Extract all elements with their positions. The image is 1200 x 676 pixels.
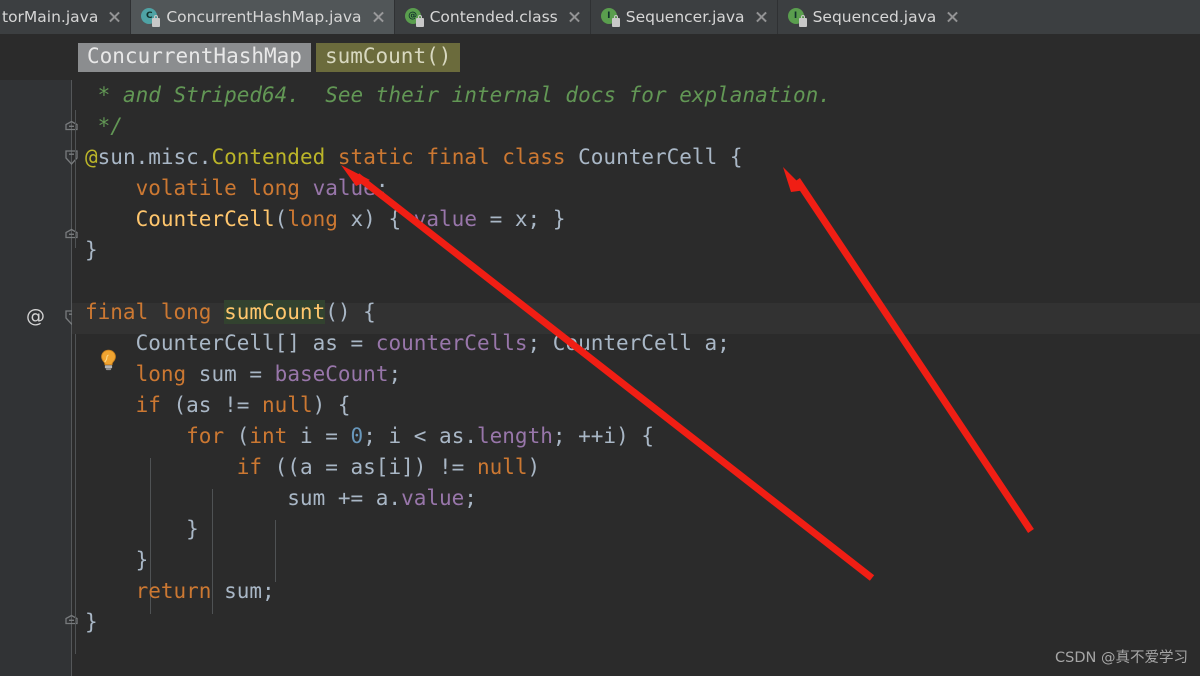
indent-guide <box>75 110 76 248</box>
code-text-area[interactable]: * and Striped64. See their internal docs… <box>72 80 1200 676</box>
tab-label: ConcurrentHashMap.java <box>166 8 362 26</box>
lock-badge-icon <box>611 15 620 27</box>
java-interface-icon: I <box>600 8 620 27</box>
tab-label: Sequenced.java <box>812 8 937 26</box>
lock-badge-icon <box>152 15 161 27</box>
java-class-icon: C <box>141 8 161 27</box>
lock-badge-icon <box>415 15 424 27</box>
tab-torMain-java[interactable]: torMain.java <box>0 0 132 34</box>
breadcrumb: ConcurrentHashMap sumCount() <box>0 34 1200 80</box>
java-annotation-icon: @ <box>404 8 424 27</box>
editor-tab-bar: torMain.java C ConcurrentHashMap.java @ … <box>0 0 1200 34</box>
tab-ConcurrentHashMap-java[interactable]: C ConcurrentHashMap.java <box>131 0 395 34</box>
source-code[interactable]: * and Striped64. See their internal docs… <box>85 80 831 638</box>
editor-gutter[interactable] <box>0 80 72 676</box>
csdn-watermark: CSDN @真不爱学习 <box>1055 650 1188 666</box>
tab-Sequenced-java[interactable]: I Sequenced.java <box>777 0 969 34</box>
code-editor[interactable]: @ * and Striped64. See their internal do… <box>0 80 1200 676</box>
close-icon[interactable] <box>567 10 581 24</box>
close-icon[interactable] <box>107 10 121 24</box>
breadcrumb-class[interactable]: ConcurrentHashMap <box>78 42 311 72</box>
tab-label: torMain.java <box>2 8 99 26</box>
annotation-gutter-marker[interactable]: @ <box>26 307 45 326</box>
close-icon[interactable] <box>945 10 959 24</box>
close-icon[interactable] <box>371 10 385 24</box>
close-icon[interactable] <box>754 10 768 24</box>
tab-Contended-class[interactable]: @ Contended.class <box>394 0 591 34</box>
tab-label: Contended.class <box>429 8 558 26</box>
tab-label: Sequencer.java <box>625 8 745 26</box>
breadcrumb-method[interactable]: sumCount() <box>315 42 461 72</box>
indent-guide <box>75 334 76 654</box>
tab-Sequencer-java[interactable]: I Sequencer.java <box>590 0 778 34</box>
lock-badge-icon <box>798 15 807 27</box>
java-interface-icon: I <box>787 8 807 27</box>
